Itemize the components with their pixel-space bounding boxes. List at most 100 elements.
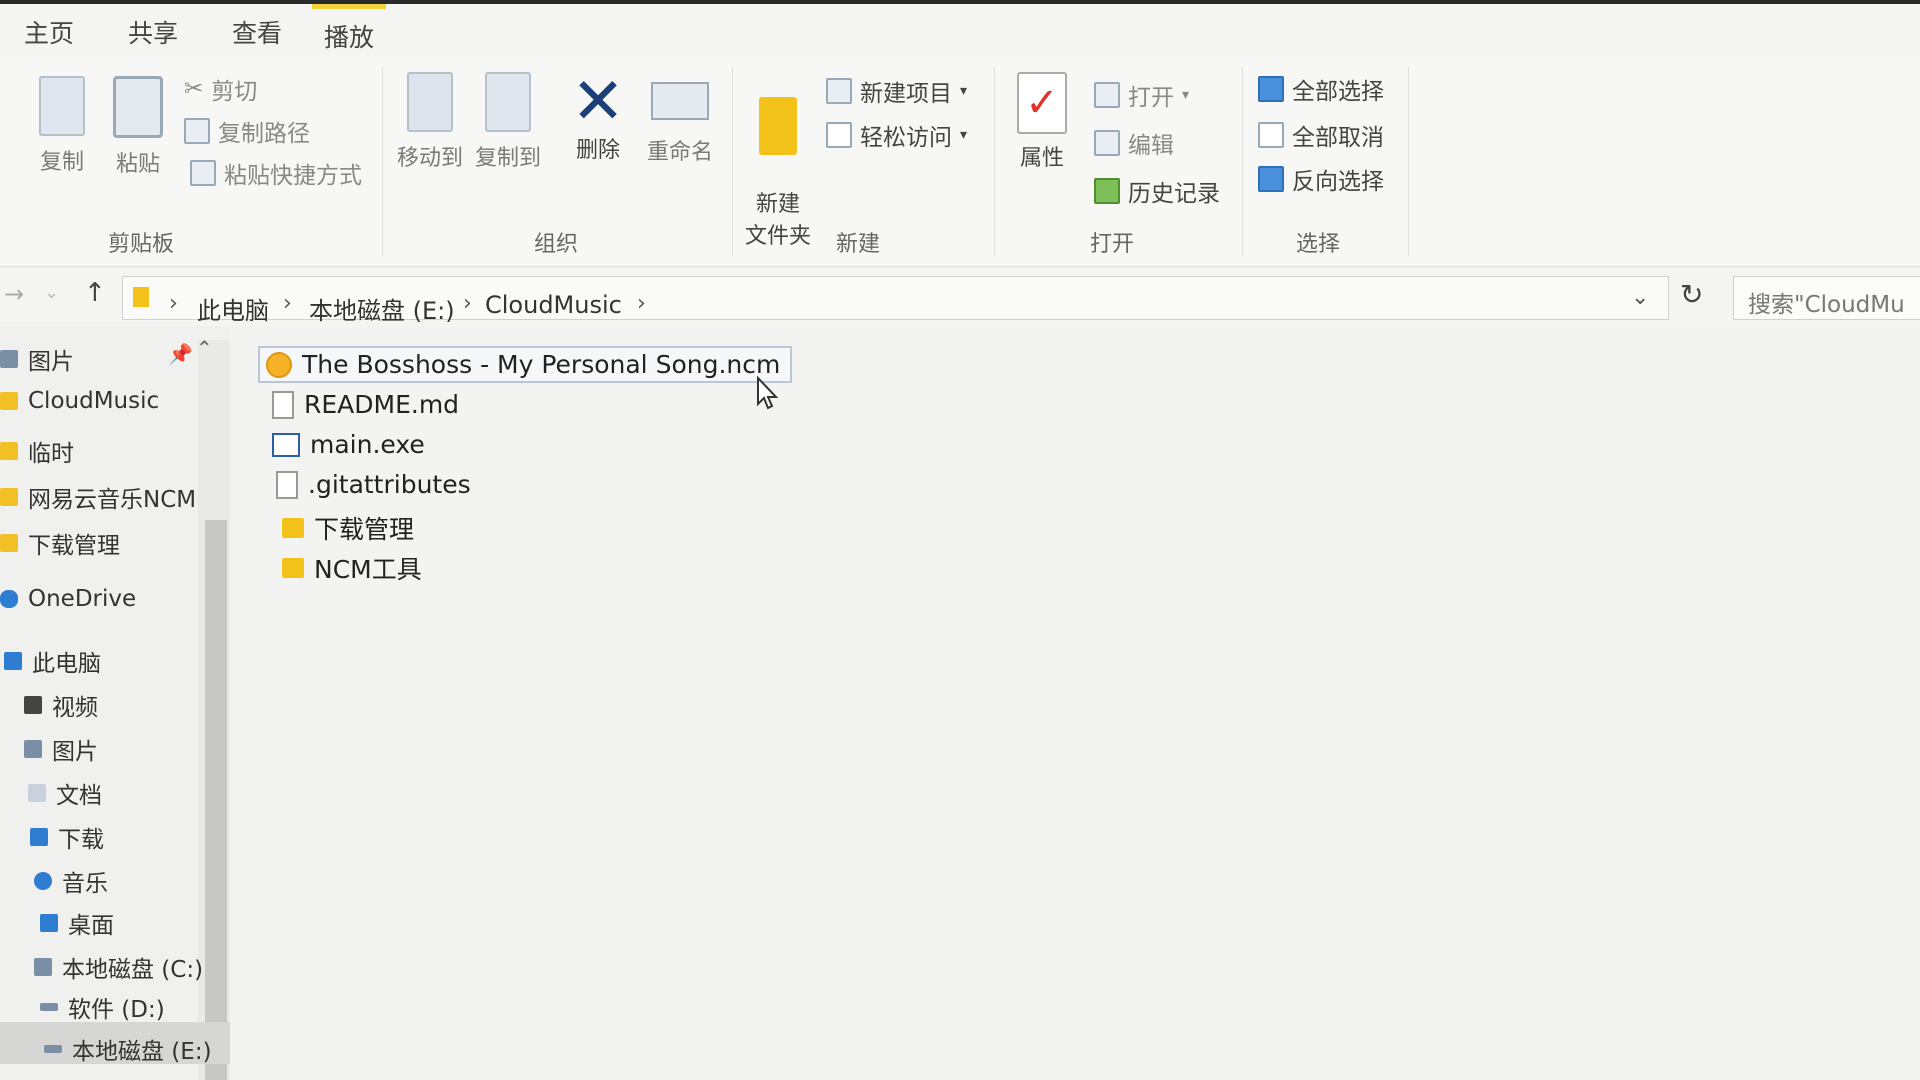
- cut-button[interactable]: ✂ 剪切: [184, 72, 257, 106]
- folder-icon: [0, 488, 18, 506]
- list-item[interactable]: README.md: [272, 390, 459, 419]
- edit-button[interactable]: 编辑: [1094, 126, 1174, 160]
- delete-button[interactable]: ✕ 删除: [560, 65, 636, 164]
- properties-button[interactable]: ✓ 属性: [1010, 72, 1074, 172]
- refresh-icon[interactable]: ↻: [1680, 278, 1703, 311]
- list-item[interactable]: 下载管理: [282, 510, 414, 546]
- select-none-button[interactable]: 全部取消: [1258, 118, 1384, 152]
- copy-label: 复制: [39, 150, 84, 175]
- sidebar-item-label: 图片: [52, 739, 98, 765]
- ribbon: 复制 粘贴 ✂ 剪切 复制路径 粘贴快捷方式 剪贴板 移动到 复制到 ✕ 删除 …: [0, 56, 1920, 267]
- back-arrow-icon[interactable]: →: [4, 280, 24, 308]
- sidebar-scrollbar-thumb[interactable]: [205, 520, 227, 1080]
- desktop-icon: [40, 914, 58, 932]
- document-icon: [276, 470, 298, 499]
- copy-to-button[interactable]: 复制到: [468, 72, 548, 172]
- invert-selection-button[interactable]: 反向选择: [1258, 162, 1384, 196]
- sidebar-item-drive-d[interactable]: 软件 (D:): [40, 990, 165, 1024]
- sidebar-item-temp[interactable]: 临时: [0, 434, 74, 468]
- sidebar-item-cloudmusic[interactable]: CloudMusic: [0, 388, 159, 414]
- dropdown-arrow-icon: ▾: [1182, 87, 1190, 103]
- sidebar-item-label: 音乐: [62, 871, 108, 897]
- breadcrumb-drive-e[interactable]: 本地磁盘 (E:): [309, 291, 455, 326]
- chevron-down-icon[interactable]: ⌄: [1631, 285, 1649, 310]
- sidebar-item-drive-c[interactable]: 本地磁盘 (C:): [34, 950, 203, 984]
- copy-path-icon: [184, 118, 210, 144]
- list-item[interactable]: NCM工具: [282, 550, 422, 586]
- sidebar-item-onedrive[interactable]: OneDrive: [0, 586, 136, 612]
- sidebar-item-label: 临时: [28, 441, 74, 467]
- edit-label: 编辑: [1128, 133, 1174, 159]
- folder-icon: [282, 558, 304, 578]
- sidebar-item-music[interactable]: 音乐: [34, 864, 108, 898]
- list-item[interactable]: The Bosshoss - My Personal Song.ncm: [258, 346, 793, 383]
- copy-button[interactable]: 复制: [32, 76, 92, 176]
- easy-access-label: 轻松访问: [860, 125, 952, 151]
- chevron-up-icon[interactable]: ⌃: [196, 336, 213, 360]
- file-name: NCM工具: [314, 555, 422, 584]
- list-item[interactable]: .gitattributes: [276, 470, 471, 499]
- sidebar-item-pictures-quick[interactable]: 图片: [0, 342, 74, 376]
- new-item-icon: [826, 78, 852, 104]
- move-to-button[interactable]: 移动到: [390, 72, 470, 172]
- address-bar[interactable]: › 此电脑 › 本地磁盘 (E:) › CloudMusic › ⌄: [122, 276, 1669, 325]
- easy-access-button[interactable]: 轻松访问 ▾: [826, 118, 967, 152]
- sidebar-item-documents[interactable]: 文档: [28, 776, 102, 810]
- history-button[interactable]: 历史记录: [1094, 174, 1220, 208]
- folder-icon: [133, 287, 149, 307]
- delete-x-icon: ✕: [571, 65, 625, 139]
- search-input[interactable]: 搜索"CloudMu: [1733, 276, 1920, 320]
- move-to-icon: [407, 72, 453, 132]
- invert-selection-label: 反向选择: [1292, 169, 1384, 195]
- sidebar-item-this-pc[interactable]: 此电脑: [4, 644, 101, 678]
- sidebar-item-drive-e[interactable]: 本地磁盘 (E:): [44, 1032, 212, 1066]
- sidebar-item-downloads[interactable]: 下载: [30, 820, 104, 854]
- sidebar-item-videos[interactable]: 视频: [24, 688, 98, 722]
- paste-icon: [113, 76, 163, 138]
- delete-label: 删除: [575, 138, 620, 163]
- sidebar-item-desktop[interactable]: 桌面: [40, 906, 114, 940]
- new-item-label: 新建项目: [860, 81, 952, 107]
- paste-shortcut-button[interactable]: 粘贴快捷方式: [190, 156, 362, 190]
- file-name: .gitattributes: [308, 470, 471, 499]
- sidebar-item-pictures[interactable]: 图片: [24, 732, 98, 766]
- group-label-select: 选择: [1296, 232, 1341, 257]
- open-button[interactable]: 打开 ▾: [1094, 78, 1189, 112]
- file-name: 下载管理: [314, 515, 415, 544]
- tab-home[interactable]: 主页: [24, 14, 74, 50]
- tab-view[interactable]: 查看: [232, 14, 282, 50]
- sidebar-item-netease-ncm[interactable]: 网易云音乐NCM: [0, 480, 196, 514]
- rename-button[interactable]: 重命名: [638, 72, 722, 166]
- paste-button[interactable]: 粘贴: [108, 76, 168, 178]
- select-none-icon: [1258, 122, 1284, 148]
- sidebar-item-label: 本地磁盘 (C:): [62, 957, 204, 983]
- select-all-button[interactable]: 全部选择: [1258, 72, 1384, 106]
- group-divider: [1242, 66, 1243, 256]
- breadcrumb-this-pc[interactable]: 此电脑: [197, 291, 269, 326]
- drive-icon: [34, 958, 52, 976]
- pin-icon[interactable]: 📌: [168, 342, 193, 366]
- recent-dropdown-icon[interactable]: ⌄: [44, 282, 59, 303]
- list-item[interactable]: main.exe: [272, 430, 425, 459]
- drive-icon: [40, 1003, 58, 1011]
- new-folder-button[interactable]: 新建 文件夹: [738, 72, 818, 250]
- breadcrumb-cloudmusic[interactable]: CloudMusic: [485, 291, 622, 319]
- chevron-right-icon: ›: [463, 291, 472, 316]
- sidebar-item-label: 本地磁盘 (E:): [72, 1039, 212, 1065]
- select-none-label: 全部取消: [1292, 125, 1384, 151]
- up-arrow-icon[interactable]: ↑: [84, 278, 106, 308]
- copy-path-button[interactable]: 复制路径: [184, 114, 310, 148]
- folder-icon: [0, 442, 18, 460]
- new-item-button[interactable]: 新建项目 ▾: [826, 74, 967, 108]
- sidebar-item-download-manager[interactable]: 下载管理: [0, 526, 120, 560]
- chevron-right-icon: ›: [169, 291, 178, 316]
- video-icon: [24, 696, 42, 714]
- tab-play[interactable]: 播放: [312, 4, 387, 59]
- documents-icon: [28, 784, 46, 802]
- paste-shortcut-label: 粘贴快捷方式: [224, 163, 362, 189]
- tab-share[interactable]: 共享: [128, 14, 178, 50]
- group-label-open: 打开: [1090, 232, 1135, 257]
- sidebar-item-label: 桌面: [68, 913, 114, 939]
- rename-label: 重命名: [646, 140, 713, 165]
- pictures-icon: [0, 350, 18, 368]
